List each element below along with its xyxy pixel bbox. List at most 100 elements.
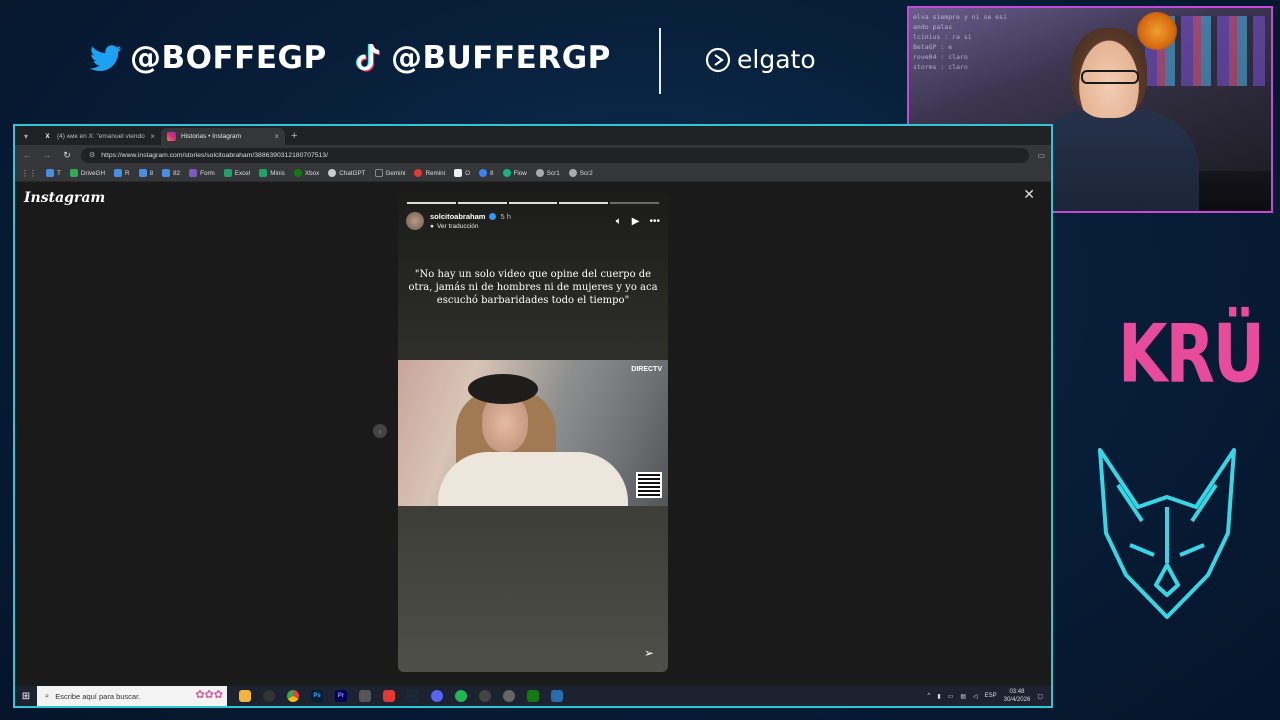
chat-line: BetaGP : e (913, 43, 953, 51)
apps-grid-icon[interactable]: ⋮⋮ (21, 169, 37, 178)
bookmark-item[interactable]: 8 (138, 169, 153, 177)
bookmark-icon (46, 169, 54, 177)
chevron-up-icon[interactable]: ^ (928, 693, 931, 699)
instagram-page: Instagram ✕ ‹ solcitoabraham 5 h ● Ver t… (15, 182, 1051, 690)
cast-icon[interactable]: ▭ (1037, 151, 1045, 160)
app-ring-icon[interactable] (503, 690, 515, 702)
notifications-icon[interactable]: ▢ (1037, 693, 1043, 700)
search-icon: ⌕ (45, 691, 50, 700)
bookmark-item[interactable]: ChatGPT (328, 169, 366, 177)
bookmark-item[interactable]: Scr2 (568, 169, 593, 177)
spotify-icon[interactable] (455, 690, 467, 702)
bookmark-item[interactable]: T (46, 169, 61, 177)
bookmark-item[interactable]: Excel (223, 169, 250, 177)
language-indicator[interactable]: ESP (985, 693, 997, 699)
bookmark-icon (328, 169, 337, 177)
chat-line: ando palas (913, 23, 953, 31)
volume-icon[interactable]: ◁ (973, 693, 978, 700)
address-bar[interactable]: ⚙ https://www.instagram.com/stories/solc… (81, 147, 1030, 163)
story-progress-bar (407, 202, 659, 204)
bookmark-icon (114, 169, 122, 177)
bookmark-item[interactable]: R (114, 169, 130, 177)
close-story-icon[interactable]: ✕ (1023, 186, 1035, 203)
xbox-icon[interactable] (527, 690, 539, 702)
steam-icon[interactable] (407, 690, 419, 702)
bookmark-item[interactable]: Remini (414, 169, 445, 177)
tiktok-icon (356, 44, 380, 72)
progress-segment (457, 202, 507, 204)
share-icon[interactable]: ➢ (644, 646, 654, 660)
search-placeholder: Escribe aquí para buscar. (55, 691, 141, 701)
app-icon[interactable] (359, 690, 371, 702)
bookmark-item[interactable]: DriveGH (69, 169, 105, 177)
bookmark-item[interactable]: 8 (478, 169, 494, 177)
bookmark-icon (478, 169, 487, 177)
site-info-icon[interactable]: ⚙ (89, 151, 95, 159)
avatar[interactable] (406, 212, 424, 230)
elgato-logo: elgato (705, 45, 816, 74)
bookmark-item[interactable]: O (454, 169, 470, 177)
tulips-icon: ✿✿✿ (195, 689, 223, 701)
tiktok-handle: @BUFFERGP (355, 40, 611, 76)
network-icon[interactable]: ▤ (960, 693, 966, 700)
bookmark-icon (293, 169, 302, 177)
tab-x[interactable]: X (4) ᴀᴍᴋ en X: "emanuel viendo o × (37, 128, 161, 145)
bookmark-item[interactable]: 82 (162, 169, 180, 177)
header-divider (659, 28, 661, 94)
bookmark-icon (454, 169, 463, 177)
story-video-frame: DIRECTV (398, 360, 668, 506)
forward-icon[interactable]: → (41, 150, 53, 160)
new-tab-button[interactable]: + (291, 130, 297, 142)
close-tab-icon[interactable]: × (150, 132, 155, 141)
instagram-logo[interactable]: Instagram (24, 190, 105, 206)
app-blue-icon[interactable] (551, 690, 563, 702)
kru-team-logo: KRÜ (1118, 308, 1265, 402)
bookmark-icon (189, 169, 198, 177)
taskbar-clock[interactable]: 03:48 30/4/2026 (1004, 688, 1031, 704)
story-viewer[interactable]: solcitoabraham 5 h ● Ver traducción 🔈︎ ▶… (398, 192, 668, 672)
reload-icon[interactable]: ↻ (61, 150, 73, 161)
tab-instagram[interactable]: Historias • Instagram × (161, 128, 285, 145)
bookmark-icon (414, 169, 423, 177)
chrome-icon[interactable] (287, 690, 299, 702)
translate-link[interactable]: ● Ver traducción (430, 223, 610, 230)
bookmark-item[interactable]: Xbox (293, 169, 319, 177)
bookmark-item[interactable]: Flow (502, 169, 527, 177)
url-text: https://www.instagram.com/stories/solcit… (101, 151, 328, 159)
story-username[interactable]: solcitoabraham 5 h (430, 212, 610, 221)
bookmark-icon (568, 169, 577, 177)
address-toolbar: ← → ↻ ⚙ https://www.instagram.com/storie… (15, 145, 1051, 165)
instagram-icon (167, 132, 176, 141)
file-explorer-icon[interactable] (239, 690, 251, 702)
mute-icon[interactable]: 🔈︎ (616, 216, 622, 227)
chat-line: storms : claro (913, 63, 968, 71)
previous-story-icon[interactable]: ‹ (373, 424, 387, 438)
microphone-icon[interactable]: ▮ (937, 693, 940, 700)
play-icon[interactable]: ▶ (632, 216, 640, 227)
bookmark-icon (223, 169, 232, 177)
twitter-handle: @BOFFEGP (90, 40, 327, 76)
bookmark-item[interactable]: Form (189, 169, 215, 177)
progress-segment (407, 202, 456, 204)
bookmark-item[interactable]: Scr1 (535, 169, 560, 177)
tab-search-button[interactable]: ▾ (19, 129, 33, 143)
windows-start-icon[interactable]: ⊞ (15, 691, 37, 702)
obs-icon[interactable] (263, 690, 275, 702)
discord-icon[interactable] (431, 690, 443, 702)
app-red-icon[interactable] (383, 690, 395, 702)
more-options-icon[interactable]: ••• (649, 216, 660, 227)
taskbar-search[interactable]: ⌕ Escribe aquí para buscar. ✿✿✿ (37, 686, 227, 706)
close-tab-icon[interactable]: × (274, 132, 279, 141)
premiere-icon[interactable]: Pr (335, 690, 347, 702)
system-tray: ^ ▮ ▭ ▤ ◁ ESP 03:48 30/4/2026 ▢ (928, 688, 1052, 704)
progress-segment (508, 202, 558, 204)
app-dark-icon[interactable] (479, 690, 491, 702)
bookmark-item[interactable]: Minis (259, 169, 285, 177)
webcam-chat-overlay: elva siempre y ni se esi ando palas lcin… (913, 12, 1031, 72)
back-icon[interactable]: ← (21, 150, 33, 160)
bookmark-item[interactable]: Gemini (374, 169, 405, 177)
display-icon[interactable]: ▭ (948, 693, 954, 700)
story-quote: "No hay un solo video que opine del cuer… (408, 269, 658, 306)
photoshop-icon[interactable]: Ps (311, 690, 323, 702)
story-controls: 🔈︎ ▶ ••• (616, 216, 660, 227)
